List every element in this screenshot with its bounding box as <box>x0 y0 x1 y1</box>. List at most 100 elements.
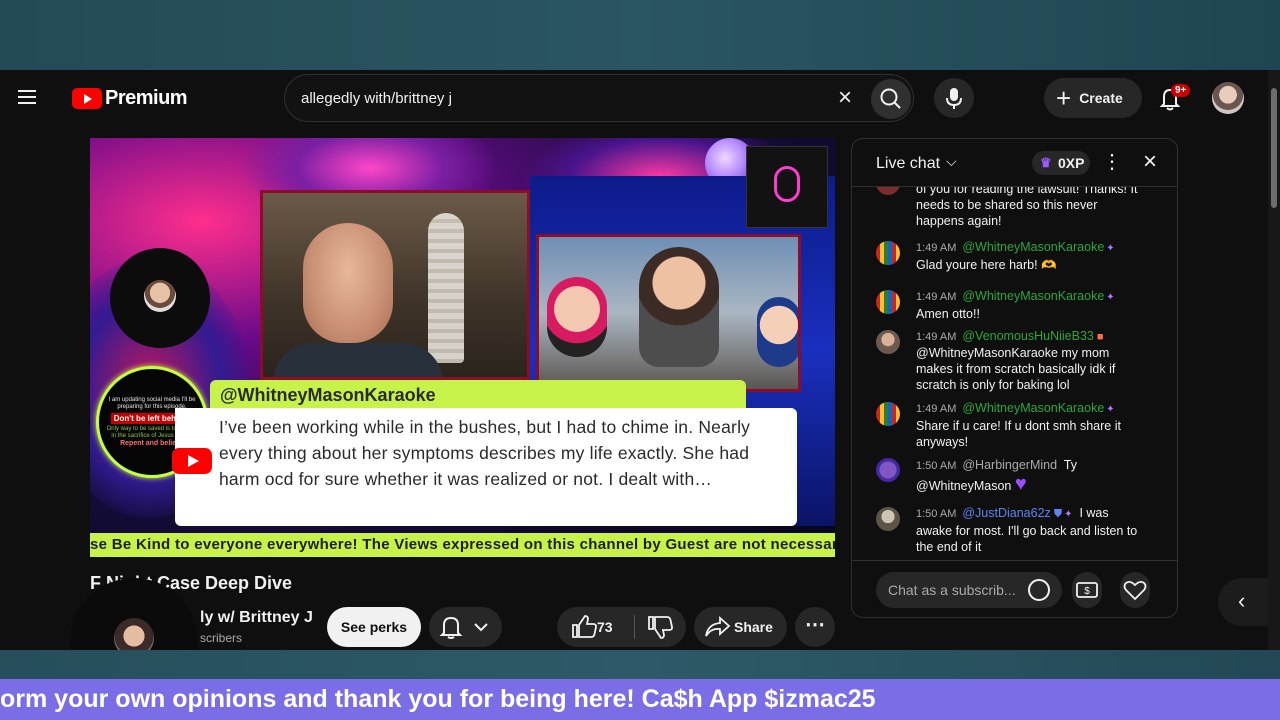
like-dislike-group: 73 <box>557 607 686 647</box>
emoji-icon[interactable] <box>1028 579 1050 601</box>
chat-author[interactable]: @WhitneyMasonKaraoke <box>962 289 1104 303</box>
chat-timestamp: 1:49 AM <box>916 242 957 254</box>
masthead: Premium × + Create 9+ <box>0 70 1268 126</box>
guest-video-frame <box>260 190 530 380</box>
like-divider <box>634 615 635 639</box>
super-chat-button[interactable]: $ <box>1072 572 1102 608</box>
host-webcam-circle <box>110 248 210 348</box>
chat-author[interactable]: @VenomousHuNiieB33 <box>962 329 1094 343</box>
search-icon <box>880 88 901 109</box>
podcast-mic-icon <box>774 166 800 202</box>
reaction-button[interactable] <box>1120 572 1150 608</box>
family-photo-frame <box>536 234 801 392</box>
chat-timestamp: 1:50 AM <box>916 460 957 472</box>
xp-value: 0XP <box>1058 155 1085 171</box>
like-count: 73 <box>597 619 613 635</box>
chat-message-text: of you for reading the lawsuit! Thanks! … <box>916 187 1138 228</box>
chat-avatar <box>876 241 900 265</box>
live-chat-title[interactable]: Live chat <box>876 155 940 173</box>
purple-heart-emoji: ♥ <box>1014 473 1027 495</box>
member-badge-icon: ✦ <box>1064 509 1073 520</box>
more-vert-icon[interactable]: ⋮ <box>1102 151 1122 175</box>
chat-message-text: @WhitneyMasonKaraoke my mom makes it fro… <box>916 346 1116 392</box>
channel-subscriber-count: scribers <box>200 631 243 645</box>
share-label: Share <box>734 619 773 635</box>
chat-input-area: Chat as a subscrib... $ <box>852 560 1177 617</box>
share-button[interactable]: Share <box>694 607 787 647</box>
chat-message: 1:50 AM @JustDiana62z ⛊ ✦ I was awake for … <box>876 505 1146 555</box>
clear-search-icon[interactable]: × <box>833 86 857 111</box>
featured-comment-text: I’ve been working while in the bushes, b… <box>175 408 797 526</box>
podcast-logo <box>746 146 828 228</box>
plus-icon: + <box>1056 83 1072 113</box>
chat-avatar <box>876 402 900 426</box>
see-perks-button[interactable]: See perks <box>327 607 421 647</box>
create-label: Create <box>1079 90 1123 106</box>
chat-message: 1:49 AM @VenomousHuNiieB33 ■ @WhitneyMason… <box>876 328 1146 393</box>
chat-author[interactable]: @JustDiana62z <box>962 506 1050 520</box>
member-badge-icon: ✦ <box>1106 404 1115 415</box>
video-player[interactable]: I am updating social media I'll be prepa… <box>90 138 835 557</box>
chat-avatar <box>876 290 900 314</box>
share-arrow-icon <box>705 615 731 637</box>
chat-author[interactable]: @WhitneyMasonKaraoke <box>962 240 1104 254</box>
member-badge-icon: ✦ <box>1106 243 1115 254</box>
create-button[interactable]: + Create <box>1044 78 1142 118</box>
chat-author[interactable]: @WhitneyMasonKaraoke <box>962 401 1104 415</box>
member-badge-icon: ■ <box>1093 331 1104 343</box>
chat-message: 1:49 AM @WhitneyMasonKaraoke ✦ Glad youre h… <box>876 239 1146 273</box>
member-badge-icon: ✦ <box>1106 292 1115 303</box>
xp-badge[interactable]: ♛ 0XP <box>1032 151 1090 175</box>
chat-message-text: Share if u care! If u dont smh share it … <box>916 419 1121 449</box>
notification-settings-button[interactable] <box>429 607 502 647</box>
chat-message-text: Amen otto!! <box>916 307 980 321</box>
skeleton-model <box>428 213 464 363</box>
search-input[interactable] <box>301 87 821 109</box>
chat-avatar <box>876 458 900 482</box>
search-button[interactable] <box>871 79 911 119</box>
chat-message: 1:49 AM @WhitneyMasonKaraoke ✦ Share if u c… <box>876 400 1146 450</box>
bell-icon <box>439 616 488 639</box>
menu-icon[interactable] <box>18 86 54 110</box>
close-chat-icon[interactable]: × <box>1138 149 1162 177</box>
chat-timestamp: 1:49 AM <box>916 291 957 303</box>
live-chat-panel: Live chat ⌵ ♛ 0XP ⋮ × of you for reading… <box>851 138 1178 618</box>
chevron-down-icon[interactable]: ⌵ <box>946 153 957 170</box>
chat-avatar <box>876 507 900 531</box>
svg-text:$: $ <box>1084 586 1090 597</box>
dollar-icon: $ <box>1076 582 1098 598</box>
youtube-premium-logo[interactable]: Premium <box>72 86 188 109</box>
scroll-thumb[interactable] <box>1271 88 1277 208</box>
notification-count-badge: 9+ <box>1171 84 1191 97</box>
chat-author[interactable]: @HarbingerMind <box>962 458 1057 472</box>
thumbs-down-icon[interactable] <box>641 607 681 647</box>
chat-avatar <box>876 187 900 195</box>
microphone-icon <box>946 88 962 109</box>
chat-message: 1:49 AM @WhitneyMasonKaraoke ✦ Amen otto!! <box>876 288 1146 322</box>
logo-text: Premium <box>105 86 188 109</box>
stream-overlay-bottom-band <box>0 650 1280 680</box>
baby-figure <box>757 297 798 367</box>
chat-message: 1:50 AM @HarbingerMind Ty @WhitneyMason ♥ <box>876 456 1146 495</box>
chat-message: of you for reading the lawsuit! Thanks! … <box>876 187 1146 229</box>
chat-timestamp: 1:49 AM <box>916 403 957 415</box>
channel-name[interactable]: ly w/ Brittney J <box>200 609 313 627</box>
mother-figure <box>639 247 719 367</box>
chat-messages: of you for reading the lawsuit! Thanks! … <box>852 187 1177 560</box>
chevron-left-icon[interactable]: ‹ <box>1218 578 1270 626</box>
live-chat-header: Live chat ⌵ ♛ 0XP ⋮ × <box>852 139 1177 187</box>
child-figure <box>547 277 607 357</box>
guest-shirt <box>273 343 443 377</box>
voice-search-button[interactable] <box>934 78 974 118</box>
chat-timestamp: 1:50 AM <box>916 508 957 520</box>
page-scrollbar[interactable] <box>1268 70 1280 650</box>
chat-timestamp: 1:49 AM <box>916 331 957 343</box>
more-actions-icon[interactable]: ⋯ <box>795 607 835 647</box>
guest-face <box>303 223 393 343</box>
stream-overlay-top-band <box>0 0 1280 70</box>
chat-message-text: Glad youre here harb! 🫶 <box>916 258 1057 272</box>
account-avatar[interactable] <box>1212 82 1244 114</box>
youtube-logo-icon <box>172 448 212 474</box>
host-face <box>144 280 176 312</box>
moderator-badge-icon: ⛊ <box>1050 508 1063 520</box>
